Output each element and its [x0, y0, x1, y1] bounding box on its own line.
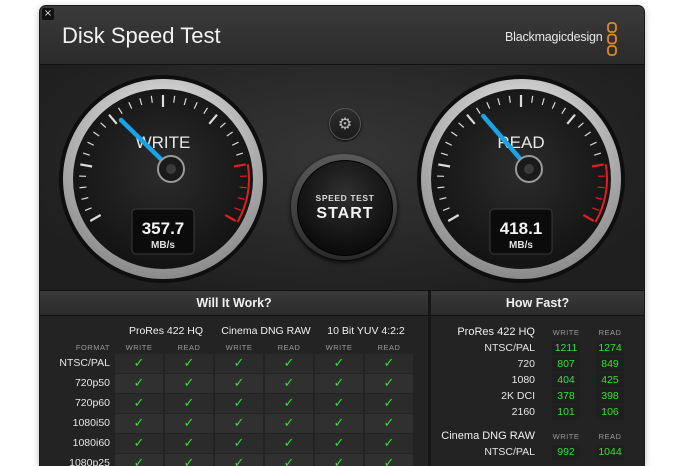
- write-check-icon: ✓: [215, 374, 263, 393]
- read-check-icon: ✓: [265, 414, 313, 433]
- read-check-icon: ✓: [165, 394, 213, 413]
- write-fps-value: 378: [552, 389, 580, 404]
- how-fast-write-header: WRITE: [541, 432, 591, 441]
- format-row-label: NTSC/PAL: [40, 357, 110, 369]
- read-check-icon: ✓: [165, 374, 213, 393]
- write-check-icon: ✓: [315, 354, 363, 373]
- write-check-icon: ✓: [215, 394, 263, 413]
- how-fast-row-label: NTSC/PAL: [431, 446, 535, 458]
- read-check-icon: ✓: [265, 374, 313, 393]
- format-row-label: 1080p25: [40, 457, 110, 466]
- write-check-icon: ✓: [115, 394, 163, 413]
- start-button-label: START: [298, 205, 392, 223]
- read-check-icon: ✓: [165, 414, 213, 433]
- how-fast-row-label: NTSC/PAL: [431, 342, 535, 354]
- write-check-icon: ✓: [115, 434, 163, 453]
- format-row-label: 1080i50: [40, 417, 110, 429]
- write-gauge: WRITE357.7MB/s: [58, 74, 268, 284]
- write-check-icon: ✓: [315, 394, 363, 413]
- read-speed-value: 418.1: [500, 219, 543, 238]
- format-column-header: FORMAT: [60, 343, 110, 352]
- title-bar: × Disk Speed Test Blackmagicdesign: [40, 6, 644, 65]
- write-check-icon: ✓: [215, 354, 263, 373]
- start-button-face[interactable]: SPEED TEST START: [297, 160, 393, 256]
- close-icon[interactable]: ×: [42, 8, 54, 20]
- write-fps-value: 807: [552, 357, 580, 372]
- app-window: × Disk Speed Test Blackmagicdesign WRITE…: [40, 6, 644, 466]
- how-fast-panel: How Fast? ProRes 422 HQWRITEREADNTSC/PAL…: [431, 291, 644, 466]
- write-needle-hub-cap: [166, 164, 176, 174]
- write-fps-value: 1211: [552, 341, 580, 356]
- read-fps-value: 425: [596, 373, 624, 388]
- read-check-icon: ✓: [365, 434, 413, 453]
- will-it-work-title: Will It Work?: [40, 291, 428, 316]
- format-column-title: 10 Bit YUV 4:2:2: [316, 325, 416, 337]
- read-fps-value: 849: [596, 357, 624, 372]
- write-column-header: WRITE: [214, 343, 264, 352]
- how-fast-section-title: ProRes 422 HQ: [431, 326, 535, 338]
- read-check-icon: ✓: [165, 434, 213, 453]
- read-check-icon: ✓: [265, 434, 313, 453]
- write-speed-value: 357.7: [142, 219, 185, 238]
- write-fps-value: 404: [552, 373, 580, 388]
- how-fast-read-header: READ: [585, 432, 635, 441]
- read-fps-value: 106: [596, 405, 624, 420]
- how-fast-read-header: READ: [585, 328, 635, 337]
- brand-name: Blackmagicdesign: [505, 30, 603, 44]
- write-fps-value: 992: [552, 445, 580, 460]
- how-fast-write-header: WRITE: [541, 328, 591, 337]
- settings-gear-icon[interactable]: ⚙: [329, 108, 361, 140]
- write-check-icon: ✓: [315, 374, 363, 393]
- write-column-header: WRITE: [114, 343, 164, 352]
- read-check-icon: ✓: [265, 394, 313, 413]
- read-check-icon: ✓: [365, 394, 413, 413]
- write-check-icon: ✓: [215, 414, 263, 433]
- read-check-icon: ✓: [365, 354, 413, 373]
- app-title: Disk Speed Test: [62, 23, 221, 49]
- write-gauge-tick: [79, 187, 86, 188]
- format-row-label: 720p60: [40, 397, 110, 409]
- write-check-icon: ✓: [115, 374, 163, 393]
- read-check-icon: ✓: [165, 354, 213, 373]
- read-speed-unit: MB/s: [509, 240, 533, 251]
- read-gauge-tick: [437, 187, 444, 188]
- write-speed-unit: MB/s: [151, 240, 175, 251]
- write-check-icon: ✓: [215, 434, 263, 453]
- read-column-header: READ: [164, 343, 214, 352]
- format-column-title: Cinema DNG RAW: [216, 325, 316, 337]
- write-fps-value: 101: [552, 405, 580, 420]
- read-fps-value: 1044: [596, 445, 624, 460]
- read-gauge-tick: [598, 187, 605, 188]
- will-it-work-panel: Will It Work? ProRes 422 HQWRITEREADCine…: [40, 291, 428, 466]
- read-check-icon: ✓: [365, 414, 413, 433]
- how-fast-row-label: 720: [431, 358, 535, 370]
- read-column-header: READ: [364, 343, 414, 352]
- format-column-title: ProRes 422 HQ: [116, 325, 216, 337]
- write-gauge-tick: [240, 187, 247, 188]
- how-fast-row-label: 2160: [431, 406, 535, 418]
- how-fast-row-label: 1080: [431, 374, 535, 386]
- read-fps-value: 1274: [596, 341, 624, 356]
- write-check-icon: ✓: [115, 414, 163, 433]
- format-row-label: 720p50: [40, 377, 110, 389]
- write-check-icon: ✓: [315, 434, 363, 453]
- speed-test-start-button[interactable]: SPEED TEST START: [291, 154, 397, 260]
- brand-logo-icon: [606, 22, 618, 56]
- read-check-icon: ✓: [365, 374, 413, 393]
- read-gauge: READ418.1MB/s: [416, 74, 626, 284]
- write-check-icon: ✓: [115, 354, 163, 373]
- start-button-small-label: SPEED TEST: [298, 193, 392, 203]
- format-row-label: 1080i60: [40, 437, 110, 449]
- read-column-header: READ: [264, 343, 314, 352]
- how-fast-section-title: Cinema DNG RAW: [431, 430, 535, 442]
- read-check-icon: ✓: [265, 354, 313, 373]
- read-needle-hub-cap: [524, 164, 534, 174]
- write-check-icon: ✓: [315, 414, 363, 433]
- gauge-area: WRITE357.7MB/s READ418.1MB/s ⚙ SPEED TES…: [40, 65, 644, 291]
- how-fast-row-label: 2K DCI: [431, 390, 535, 402]
- write-column-header: WRITE: [314, 343, 364, 352]
- how-fast-title: How Fast?: [431, 291, 644, 316]
- read-fps-value: 398: [596, 389, 624, 404]
